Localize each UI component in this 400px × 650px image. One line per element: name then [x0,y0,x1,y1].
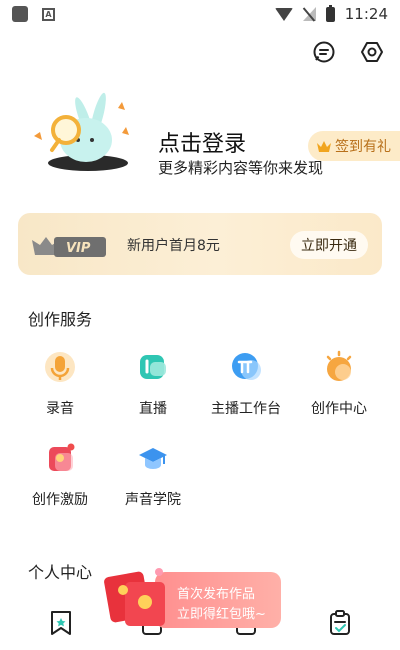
vip-offer-text: 新用户首月8元 [127,238,220,254]
grid-label: 声音学院 [125,492,181,508]
live-icon [140,355,166,379]
microphone-icon [45,352,75,382]
bookmark-icon[interactable] [49,610,73,636]
crown-icon [317,141,331,152]
promo-line2: 立即得红包哦~ [177,607,266,622]
grid-item-live[interactable]: 直播 [108,350,198,418]
grid-item-incentive[interactable]: 创作激励 [15,441,105,509]
status-left: A [12,6,55,22]
grid-item-record[interactable]: 录音 [15,350,105,418]
vip-banner[interactable]: VIP 新用户首月8元 立即开通 [18,213,382,275]
publish-promo-popup[interactable]: 首次发布作品 立即得红包哦~ [103,566,281,632]
login-subtitle: 更多精彩内容等你来发现 [158,159,324,177]
grid-label: 创作中心 [311,401,367,417]
settings-icon[interactable] [360,40,384,64]
no-signal-icon [302,7,316,21]
status-time: 11:24 [344,5,388,23]
grid-item-creation-center[interactable]: 创作中心 [294,350,384,418]
grid-label: 录音 [46,401,74,417]
wifi-icon [274,7,293,21]
incentive-icon [49,443,75,471]
academy-icon [139,448,167,469]
a-notification-icon: A [42,7,55,21]
grid-label: 主播工作台 [211,401,281,417]
status-bar: A 11:24 [0,0,400,28]
grid-label: 创作激励 [32,492,88,508]
avatar-mascot[interactable] [26,78,136,178]
workbench-icon [232,353,261,380]
checkin-label: 签到有礼 [335,139,391,155]
battery-icon [325,4,335,22]
status-right: 11:24 [274,4,388,23]
grid-item-academy[interactable]: 声音学院 [108,441,198,509]
grid-item-workbench[interactable]: 主播工作台 [201,350,291,418]
red-envelope-icon [104,568,165,626]
message-icon[interactable] [312,40,336,64]
login-title[interactable]: 点击登录 [158,126,246,158]
creation-center-icon [326,350,352,381]
vip-open-button[interactable]: 立即开通 [290,231,368,259]
promo-line1: 首次发布作品 [177,587,256,602]
app-notification-icon [12,6,28,22]
vip-badge-text: VIP [66,241,91,256]
top-actions [312,40,384,64]
section-title-creation: 创作服务 [28,310,93,329]
vip-badge-icon: VIP [32,237,106,257]
section-title-personal: 个人中心 [28,563,93,582]
grid-label: 直播 [139,401,167,417]
clipboard-icon[interactable] [328,610,352,636]
checkin-button[interactable]: 签到有礼 [308,131,400,161]
